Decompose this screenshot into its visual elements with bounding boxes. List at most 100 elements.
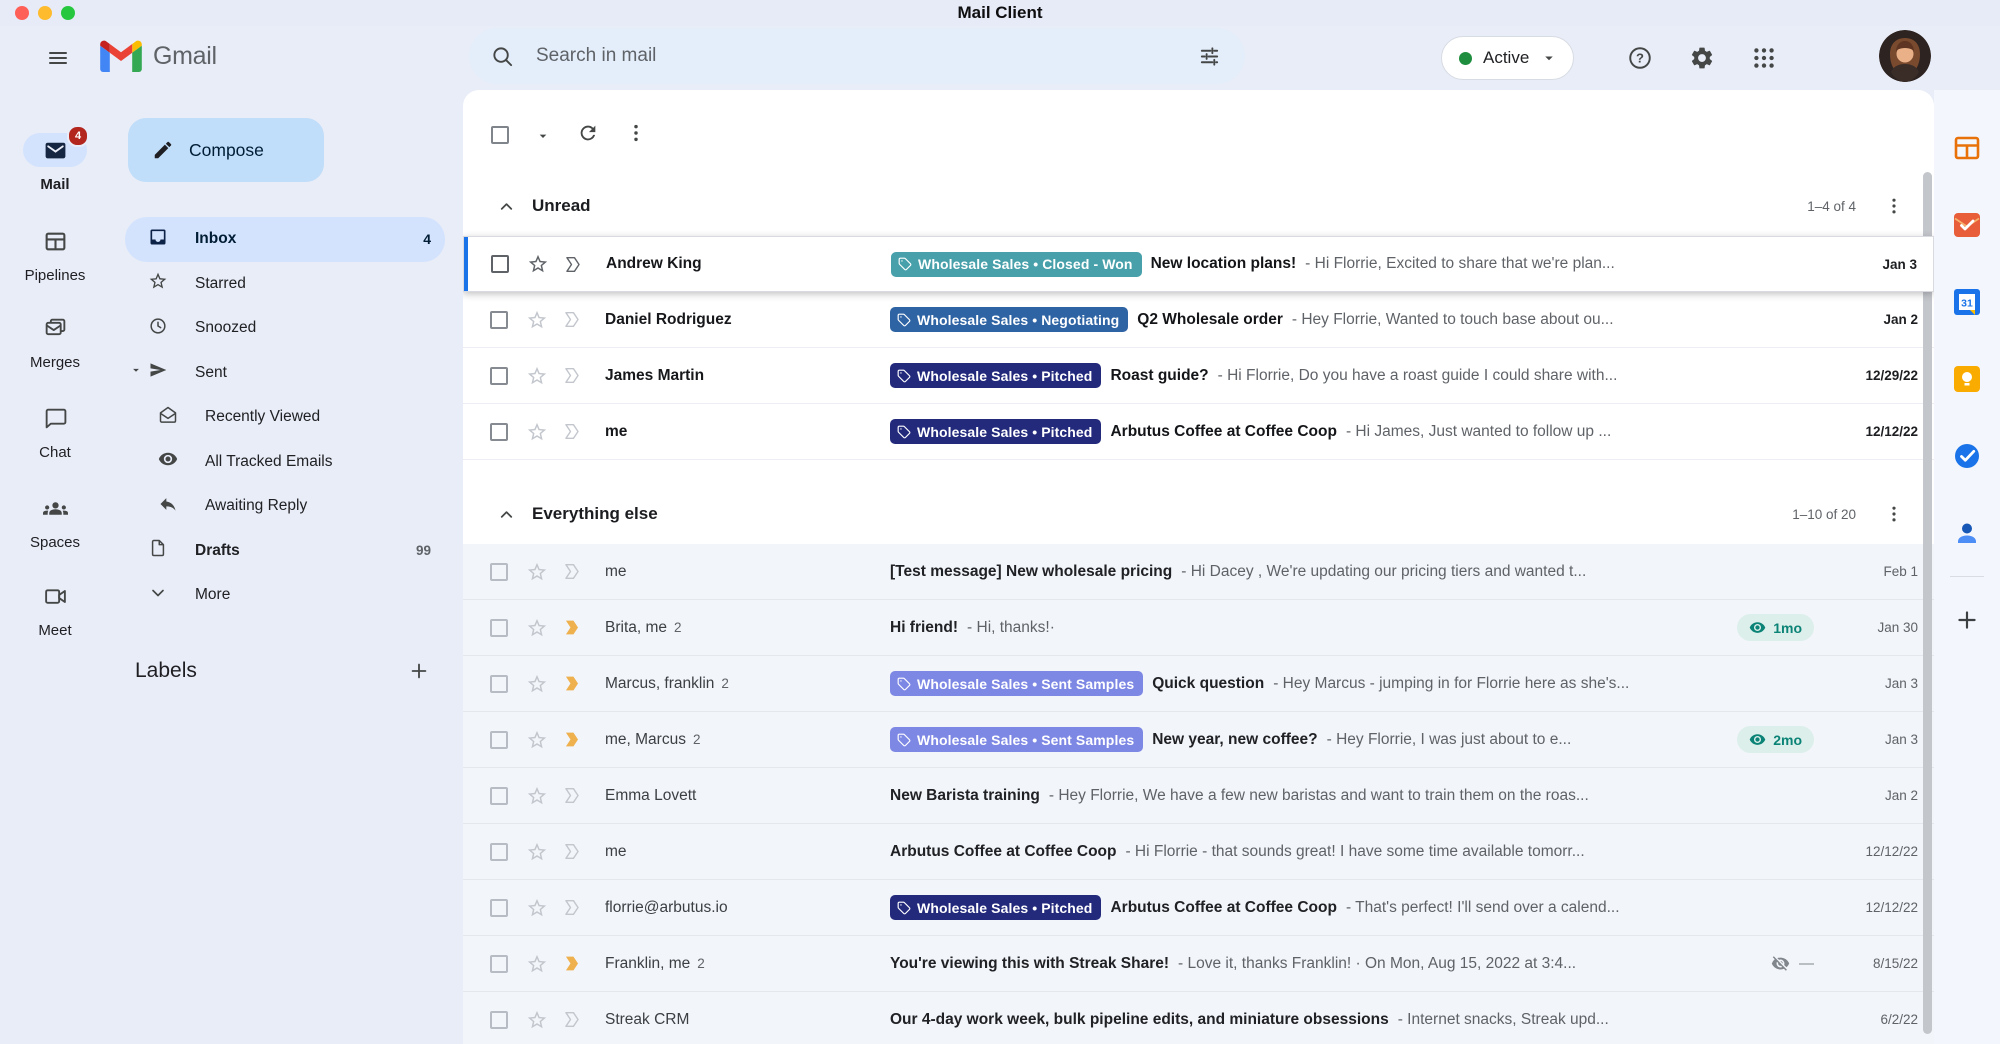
row-checkbox[interactable] xyxy=(490,675,508,693)
email-row[interactable]: meWholesale Sales • PitchedArbutus Coffe… xyxy=(463,404,1934,460)
pipeline-stage-chip[interactable]: Wholesale Sales • Pitched xyxy=(890,363,1101,388)
importance-marker-icon[interactable] xyxy=(562,365,583,386)
email-row[interactable]: Marcus, franklin2Wholesale Sales • Sent … xyxy=(463,656,1934,712)
streak-pipelines-button[interactable] xyxy=(1951,132,1983,164)
row-checkbox[interactable] xyxy=(490,367,508,385)
sidebar-item-starred[interactable]: Starred xyxy=(125,262,445,307)
importance-marker-icon[interactable] xyxy=(562,309,583,330)
row-checkbox[interactable] xyxy=(490,787,508,805)
main-menu-button[interactable] xyxy=(38,38,78,78)
pipeline-stage-chip[interactable]: Wholesale Sales • Pitched xyxy=(890,419,1101,444)
star-icon[interactable] xyxy=(526,561,548,583)
star-icon[interactable] xyxy=(526,1009,548,1031)
email-row[interactable]: florrie@arbutus.ioWholesale Sales • Pitc… xyxy=(463,880,1934,936)
star-icon[interactable] xyxy=(526,785,548,807)
email-row[interactable]: James MartinWholesale Sales • PitchedRoa… xyxy=(463,348,1934,404)
expand-caret-icon[interactable] xyxy=(129,363,143,382)
google-keep-button[interactable] xyxy=(1951,363,1983,395)
star-icon[interactable] xyxy=(526,841,548,863)
email-row[interactable]: meArbutus Coffee at Coffee Coop - Hi Flo… xyxy=(463,824,1934,880)
star-icon[interactable] xyxy=(526,729,548,751)
nav-rail-item-mail[interactable]: 4Mail xyxy=(0,133,110,193)
create-label-button[interactable] xyxy=(403,655,435,687)
sidebar-item-all-tracked-emails[interactable]: All Tracked Emails xyxy=(125,440,445,485)
importance-marker-icon[interactable] xyxy=(562,729,583,750)
search-bar[interactable] xyxy=(469,28,1245,84)
star-icon[interactable] xyxy=(526,617,548,639)
get-addons-button[interactable] xyxy=(1951,604,1983,636)
search-options-button[interactable] xyxy=(1187,34,1231,78)
email-row[interactable]: Streak CRMOur 4-day work week, bulk pipe… xyxy=(463,992,1934,1044)
scrollbar[interactable] xyxy=(1923,172,1932,1034)
section-menu-button[interactable] xyxy=(1884,504,1904,524)
star-icon[interactable] xyxy=(527,253,549,275)
row-checkbox[interactable] xyxy=(490,563,508,581)
search-input[interactable] xyxy=(534,44,1187,68)
importance-marker-icon[interactable] xyxy=(562,561,583,582)
account-avatar[interactable] xyxy=(1879,30,1931,82)
settings-button[interactable] xyxy=(1680,36,1724,80)
email-row[interactable]: Franklin, me2You're viewing this with St… xyxy=(463,936,1934,992)
row-checkbox[interactable] xyxy=(490,423,508,441)
email-row[interactable]: Daniel RodriguezWholesale Sales • Negoti… xyxy=(463,292,1934,348)
row-checkbox[interactable] xyxy=(490,1011,508,1029)
section-menu-button[interactable] xyxy=(1884,196,1904,216)
select-dropdown-button[interactable] xyxy=(535,128,551,144)
importance-marker-icon[interactable] xyxy=(562,1009,583,1030)
importance-marker-icon[interactable] xyxy=(562,785,583,806)
star-icon[interactable] xyxy=(526,897,548,919)
search-icon[interactable] xyxy=(491,45,514,68)
google-tasks-button[interactable] xyxy=(1951,440,1983,472)
sidebar-item-snoozed[interactable]: Snoozed xyxy=(125,306,445,351)
row-checkbox[interactable] xyxy=(490,899,508,917)
select-all-checkbox[interactable] xyxy=(491,126,509,144)
nav-rail-item-spaces[interactable]: Spaces xyxy=(0,491,110,551)
row-checkbox[interactable] xyxy=(491,255,509,273)
star-icon[interactable] xyxy=(526,953,548,975)
row-checkbox[interactable] xyxy=(490,311,508,329)
sidebar-item-awaiting-reply[interactable]: Awaiting Reply xyxy=(125,484,445,529)
pipeline-stage-chip[interactable]: Wholesale Sales • Sent Samples xyxy=(890,727,1143,752)
collapse-section-button[interactable] xyxy=(497,505,516,524)
nav-rail-item-merges[interactable]: Merges xyxy=(0,311,110,371)
importance-marker-icon[interactable] xyxy=(563,254,584,275)
sidebar-item-more[interactable]: More xyxy=(125,573,445,618)
google-contacts-button[interactable] xyxy=(1951,517,1983,549)
compose-button[interactable]: Compose xyxy=(128,118,324,182)
nav-rail-item-meet[interactable]: Meet xyxy=(0,579,110,639)
pipeline-stage-chip[interactable]: Wholesale Sales • Closed - Won xyxy=(891,252,1142,277)
google-calendar-button[interactable]: 31 xyxy=(1951,286,1983,318)
refresh-button[interactable] xyxy=(577,122,599,144)
row-checkbox[interactable] xyxy=(490,619,508,637)
star-icon[interactable] xyxy=(526,421,548,443)
more-options-button[interactable] xyxy=(625,122,647,144)
sidebar-item-drafts[interactable]: Drafts99 xyxy=(125,529,445,574)
row-checkbox[interactable] xyxy=(490,843,508,861)
streak-mail-button[interactable] xyxy=(1951,209,1983,241)
sidebar-item-recently-viewed[interactable]: Recently Viewed xyxy=(125,395,445,440)
pipeline-stage-chip[interactable]: Wholesale Sales • Negotiating xyxy=(890,307,1128,332)
email-row[interactable]: Andrew KingWholesale Sales • Closed - Wo… xyxy=(463,236,1934,292)
email-row[interactable]: Emma LovettNew Barista training - Hey Fl… xyxy=(463,768,1934,824)
importance-marker-icon[interactable] xyxy=(562,841,583,862)
row-checkbox[interactable] xyxy=(490,955,508,973)
nav-rail-item-chat[interactable]: Chat xyxy=(0,401,110,461)
apps-grid-button[interactable] xyxy=(1742,36,1786,80)
importance-marker-icon[interactable] xyxy=(562,421,583,442)
email-row[interactable]: me, Marcus2Wholesale Sales • Sent Sample… xyxy=(463,712,1934,768)
star-icon[interactable] xyxy=(526,365,548,387)
row-checkbox[interactable] xyxy=(490,731,508,749)
star-icon[interactable] xyxy=(526,309,548,331)
star-icon[interactable] xyxy=(526,673,548,695)
importance-marker-icon[interactable] xyxy=(562,897,583,918)
email-row[interactable]: Brita, me2Hi friend! - Hi, thanks!·1moJa… xyxy=(463,600,1934,656)
nav-rail-item-pipelines[interactable]: Pipelines xyxy=(0,224,110,284)
sidebar-item-sent[interactable]: Sent xyxy=(125,351,445,396)
help-button[interactable]: ? xyxy=(1618,36,1662,80)
importance-marker-icon[interactable] xyxy=(562,617,583,638)
pipeline-stage-chip[interactable]: Wholesale Sales • Sent Samples xyxy=(890,671,1143,696)
importance-marker-icon[interactable] xyxy=(562,673,583,694)
pipeline-stage-chip[interactable]: Wholesale Sales • Pitched xyxy=(890,895,1101,920)
status-dropdown[interactable]: Active xyxy=(1441,36,1574,80)
sidebar-item-inbox[interactable]: Inbox4 xyxy=(125,217,445,262)
